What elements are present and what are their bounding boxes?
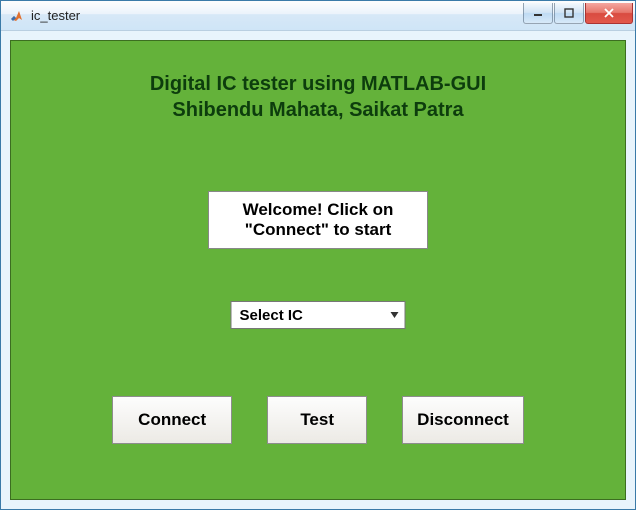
matlab-icon (9, 8, 25, 24)
main-panel: Digital IC tester using MATLAB-GUI Shibe… (10, 40, 626, 500)
app-window: ic_tester Digital IC tester using MATLAB… (0, 0, 636, 510)
heading-line2: Shibendu Mahata, Saikat Patra (11, 97, 625, 123)
window-title: ic_tester (31, 8, 522, 23)
titlebar: ic_tester (1, 1, 635, 31)
button-row: Connect Test Disconnect (11, 396, 625, 444)
window-controls (522, 3, 633, 25)
welcome-message: Welcome! Click on "Connect" to start (208, 191, 428, 249)
disconnect-button[interactable]: Disconnect (402, 396, 524, 444)
heading: Digital IC tester using MATLAB-GUI Shibe… (11, 71, 625, 123)
minimize-button[interactable] (523, 3, 553, 24)
close-button[interactable] (585, 3, 633, 24)
heading-line1: Digital IC tester using MATLAB-GUI (11, 71, 625, 97)
test-button[interactable]: Test (267, 396, 367, 444)
maximize-button[interactable] (554, 3, 584, 24)
connect-button[interactable]: Connect (112, 396, 232, 444)
client-area: Digital IC tester using MATLAB-GUI Shibe… (1, 31, 635, 509)
select-ic-dropdown[interactable]: Select IC (231, 301, 406, 329)
chevron-down-icon (385, 312, 405, 318)
dropdown-selected-text: Select IC (232, 307, 385, 324)
